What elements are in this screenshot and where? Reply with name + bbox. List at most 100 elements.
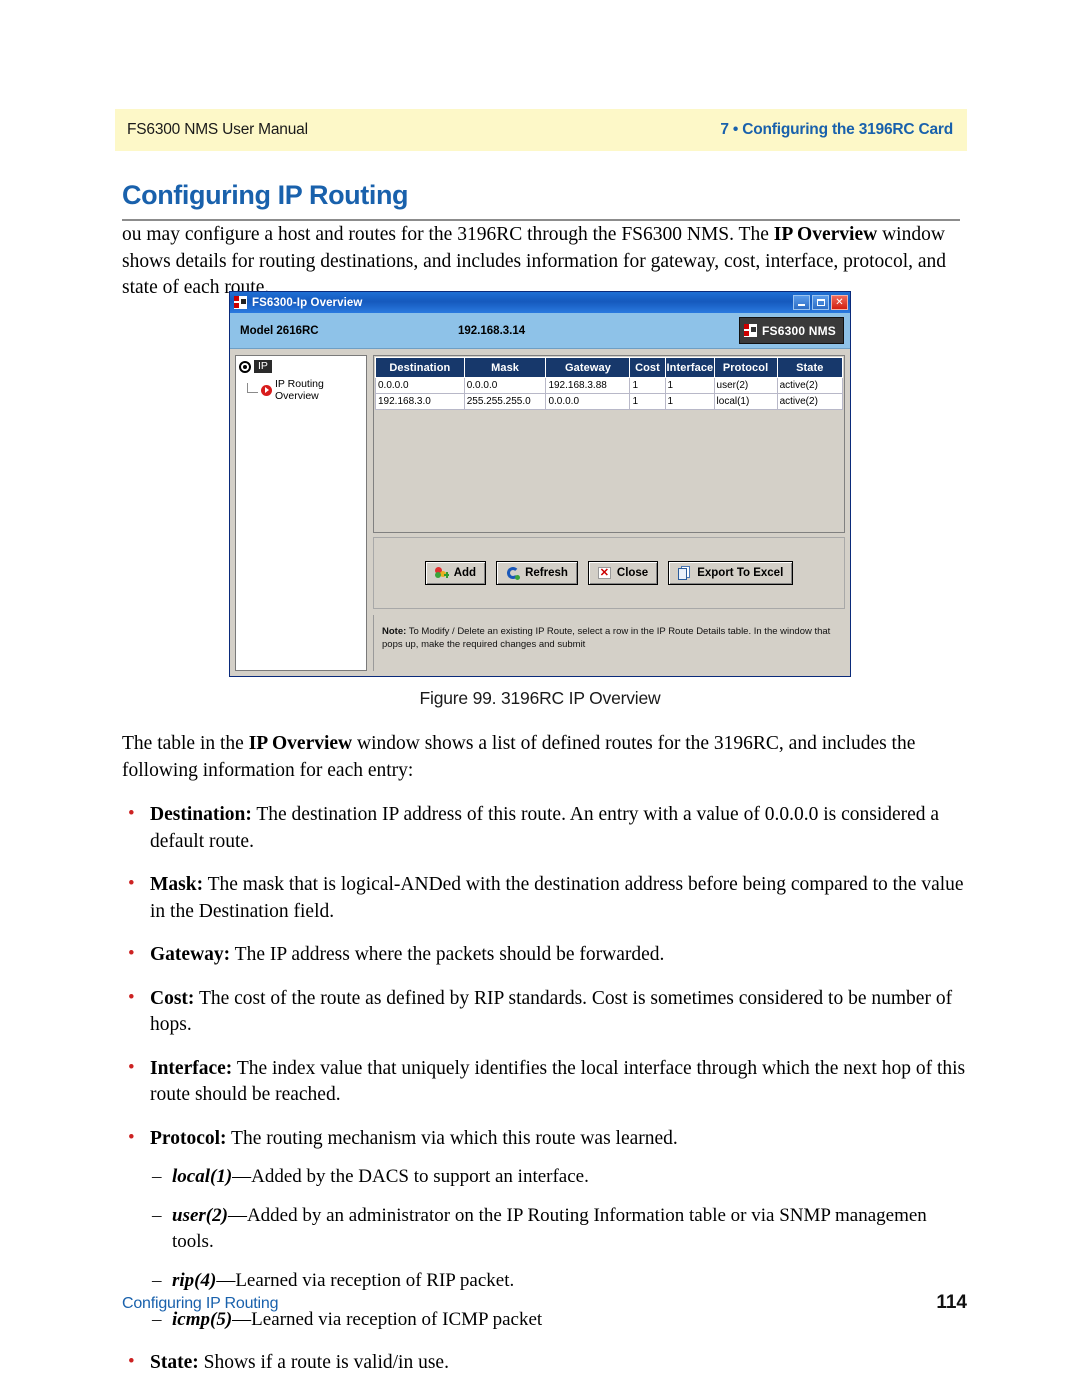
definition-description: Shows if a route is valid/in use.: [198, 1352, 449, 1373]
tree-elbow-icon: [247, 383, 258, 393]
definition-term: Interface:: [150, 1057, 233, 1079]
running-header-right: 7 • Configuring the 3196RC Card: [720, 121, 953, 138]
note-label: Note:: [382, 626, 407, 637]
definition-description: The destination IP address of this route…: [150, 804, 940, 852]
navigation-tree[interactable]: IP IP Routing Overview: [235, 355, 367, 671]
table-cell: active(2): [776, 377, 844, 394]
table-row[interactable]: 0.0.0.0 0.0.0.0 192.168.3.88 1 1 user(2) activ…: [375, 377, 844, 394]
close-button-label: Close: [616, 567, 649, 579]
close-x-icon: ✕: [597, 567, 611, 579]
definition-description: The cost of the route as defined by RIP …: [150, 987, 953, 1036]
table-body: 0.0.0.0 0.0.0.0 192.168.3.88 1 1 user(2) activ…: [375, 377, 844, 410]
table-cell: 255.255.255.0: [463, 393, 547, 410]
table-column-header[interactable]: Interface: [664, 357, 715, 378]
protocol-subitem-description: —Learned via reception of RIP packet.: [216, 1270, 515, 1291]
nms-logo: FS6300 NMS: [738, 317, 844, 344]
window-body: IP IP Routing Overview Destination Mask …: [230, 349, 850, 676]
window-titlebar[interactable]: FS6300-Ip Overview ✕: [230, 292, 850, 313]
table-column-header[interactable]: Gateway: [545, 357, 631, 378]
definition-description: The routing mechanism via which this rou…: [226, 1127, 678, 1149]
window-controls: ✕: [793, 295, 848, 310]
table-cell: 0.0.0.0: [545, 393, 631, 410]
table-column-header[interactable]: State: [776, 357, 844, 378]
table-column-header[interactable]: Protocol: [713, 357, 778, 378]
table-cell: local(1): [713, 393, 778, 410]
definition-term: State:: [150, 1352, 199, 1373]
protocol-subitem: rip(4)—Learned via reception of RIP pack…: [150, 1268, 967, 1294]
document-icon: [678, 566, 692, 580]
protocol-subitem-description: —Added by the DACS to support an interfa…: [232, 1166, 589, 1187]
footer-section-label: Configuring IP Routing: [122, 1295, 279, 1312]
figure-ip-overview: FS6300-Ip Overview ✕ Model 2616RC 192.16…: [229, 291, 851, 677]
note-body: To Modify / Delete an existing IP Route,…: [382, 626, 831, 650]
definition-item: Gateway: The IP address where the packet…: [122, 941, 967, 969]
table-cell: 192.168.3.0: [375, 393, 465, 410]
refresh-icon: [506, 566, 521, 580]
definition-description: The index value that uniquely identifies…: [150, 1057, 966, 1106]
tree-child-label: IP Routing Overview: [275, 378, 324, 402]
export-button-label: Export To Excel: [697, 567, 784, 579]
running-header: FS6300 NMS User Manual 7 • Configuring t…: [115, 109, 967, 151]
add-icon: [434, 566, 449, 580]
definition-item: Destination: The destination IP address …: [122, 801, 967, 855]
definition-term: Gateway:: [150, 944, 231, 965]
definition-description: The IP address where the packets should …: [230, 944, 665, 965]
device-model: Model 2616RC: [240, 324, 319, 337]
table-cell: 0.0.0.0: [375, 377, 465, 394]
definition-item: State: Shows if a route is valid/in use.: [122, 1349, 967, 1377]
close-icon[interactable]: ✕: [831, 295, 848, 310]
table-cell: user(2): [713, 377, 778, 394]
note-text: Note: To Modify / Delete an existing IP …: [373, 615, 845, 671]
radio-icon: [239, 360, 251, 373]
close-button[interactable]: ✕ Close: [587, 561, 659, 585]
title-divider: [122, 219, 960, 221]
footer-page-number: 114: [936, 1292, 967, 1313]
table-cell: 1: [664, 377, 715, 394]
table-column-header[interactable]: Destination: [375, 357, 465, 378]
definition-list: Destination: The destination IP address …: [122, 801, 967, 1377]
maximize-icon[interactable]: [812, 295, 829, 310]
table-column-header[interactable]: Mask: [463, 357, 547, 378]
table-cell: 192.168.3.88: [545, 377, 631, 394]
device-info-bar: Model 2616RC 192.168.3.14 FS6300 NMS: [230, 313, 850, 349]
table-column-header[interactable]: Cost: [629, 357, 666, 378]
definition-description: The mask that is logical-ANDed with the …: [150, 874, 964, 922]
add-button[interactable]: Add: [424, 561, 487, 585]
window-title: FS6300-Ip Overview: [252, 296, 363, 309]
device-ip-address: 192.168.3.14: [458, 324, 526, 337]
lead-paragraph: The table in the IP Overview window show…: [122, 733, 916, 781]
table-cell: 0.0.0.0: [463, 377, 547, 394]
export-to-excel-button[interactable]: Export To Excel: [668, 561, 794, 585]
table-row[interactable]: 192.168.3.0 255.255.255.0 0.0.0.0 1 1 local(1…: [375, 393, 844, 410]
add-button-label: Add: [453, 567, 477, 579]
page-title: Configuring IP Routing: [122, 180, 409, 210]
intro-paragraph: ou may configure a host and routes for t…: [122, 224, 947, 298]
action-button-bar: Add Refresh ✕ Close Export To Excel: [373, 537, 845, 609]
nms-mark-icon: [743, 324, 757, 337]
nms-logo-label: FS6300 NMS: [761, 323, 836, 338]
tree-item-ip-routing-overview[interactable]: IP Routing Overview: [247, 378, 363, 402]
refresh-button[interactable]: Refresh: [496, 561, 578, 585]
definition-term: Destination:: [150, 804, 252, 825]
protocol-subitem-description: —Learned via reception of ICMP packet: [232, 1309, 543, 1330]
refresh-button-label: Refresh: [525, 567, 568, 579]
tree-root-node[interactable]: IP: [239, 360, 363, 373]
ip-routes-table: Destination Mask Gateway Cost Interface Proto…: [375, 357, 844, 410]
protocol-subitem-term: user(2): [172, 1205, 228, 1226]
protocol-subitem: user(2)—Added by an administrator on the…: [150, 1203, 967, 1255]
definition-item: Mask: The mask that is logical-ANDed wit…: [122, 871, 967, 925]
minimize-icon[interactable]: [793, 295, 810, 310]
table-cell: 1: [664, 393, 715, 410]
content-pane: Destination Mask Gateway Cost Interface Proto…: [373, 355, 845, 671]
table-header-row: Destination Mask Gateway Cost Interface Proto…: [375, 357, 844, 378]
definition-term: Cost:: [150, 987, 195, 1009]
definition-item: Interface: The index value that uniquely…: [122, 1055, 967, 1109]
definition-term: Protocol:: [150, 1127, 227, 1149]
app-logo-icon: [234, 296, 247, 309]
play-node-icon: [261, 384, 272, 396]
protocol-subitem-description: —Added by an administrator on the IP Rou…: [172, 1205, 927, 1252]
protocol-subitem: local(1)—Added by the DACS to support an…: [150, 1164, 967, 1190]
protocol-subitem-term: rip(4): [172, 1270, 217, 1291]
figure-caption: Figure 99. 3196RC IP Overview: [419, 688, 661, 708]
definition-term: Mask:: [150, 874, 204, 895]
